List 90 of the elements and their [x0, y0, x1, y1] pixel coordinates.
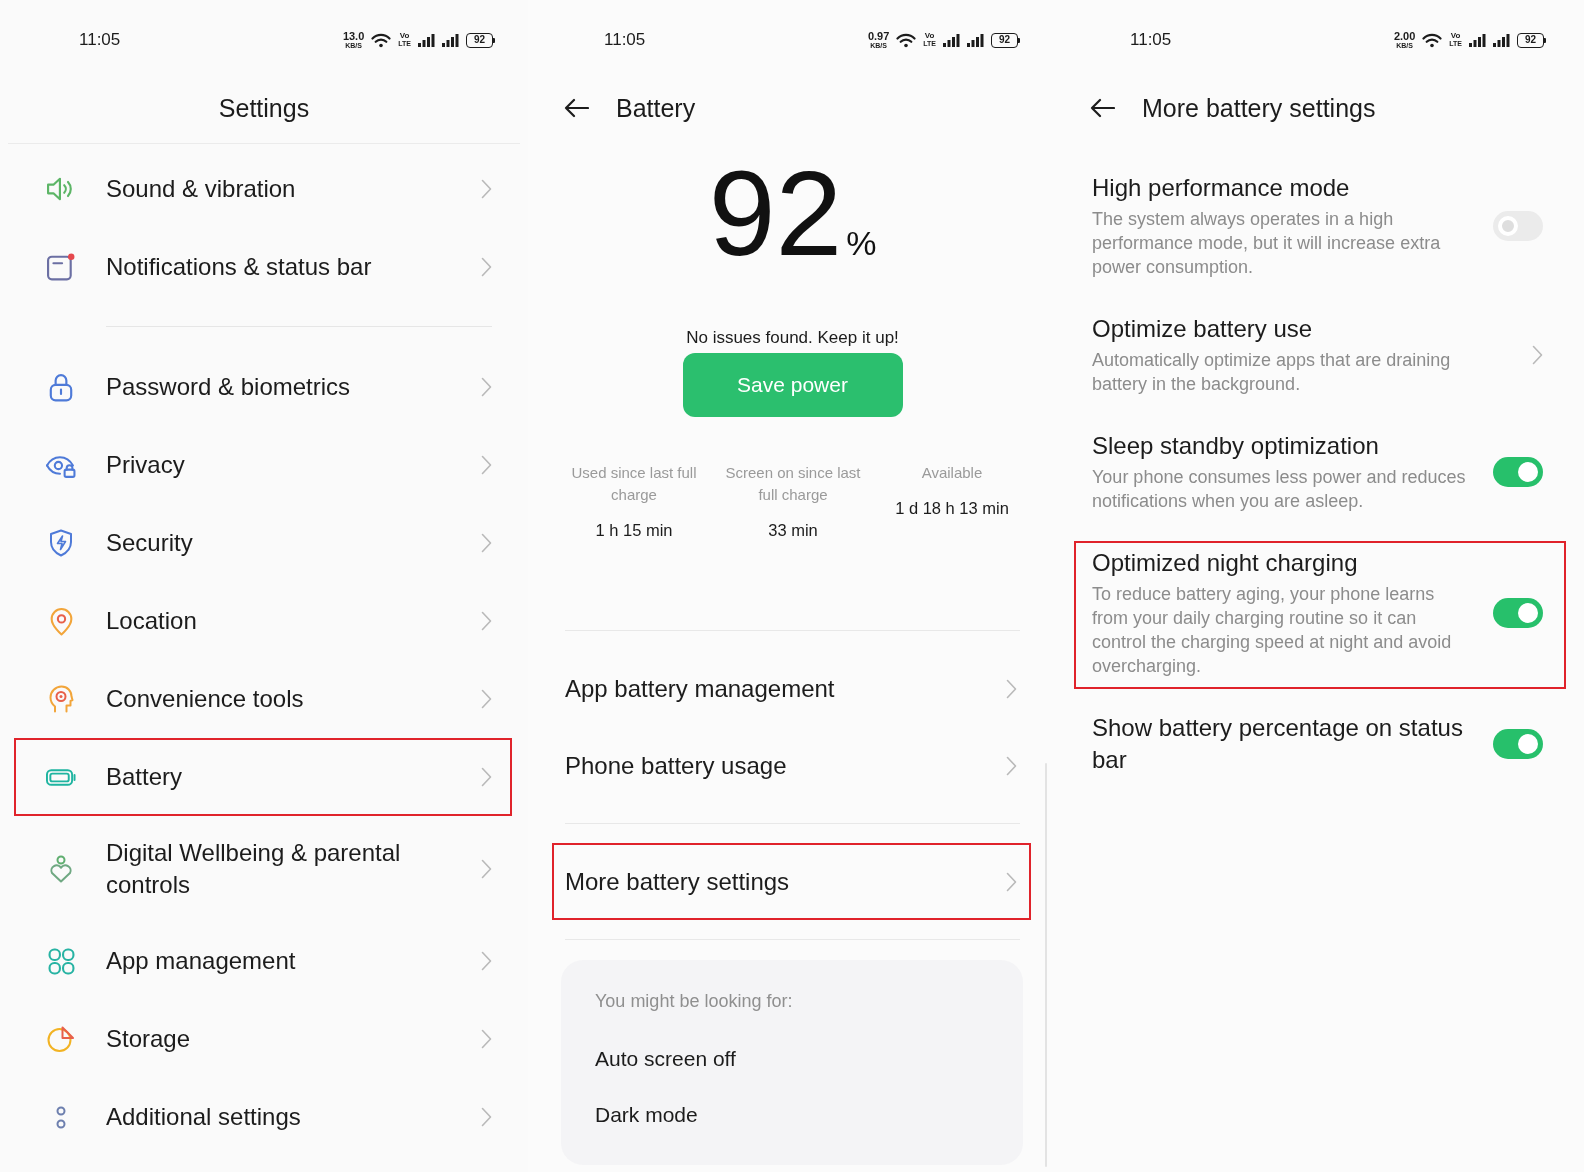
head-target-icon [48, 685, 74, 713]
location-pin-icon [49, 606, 73, 636]
chevron-right-icon [481, 767, 492, 787]
setting-description: Automatically optimize apps that are draining battery in the background. [1092, 349, 1452, 396]
chevron-right-icon [1005, 871, 1017, 892]
notification-square-icon [47, 253, 75, 281]
stat-value: 1 h 15 min [595, 520, 673, 541]
signal-bars-icon [418, 33, 435, 47]
battery-icon [46, 768, 76, 786]
signal-bars-icon [1493, 33, 1510, 47]
chevron-right-icon [1005, 678, 1017, 699]
back-arrow-icon[interactable] [1090, 98, 1115, 118]
wifi-icon [371, 32, 392, 48]
chevron-right-icon [481, 611, 492, 631]
settings-item[interactable]: Battery [14, 738, 512, 816]
menu-item[interactable]: More battery settings [551, 843, 1031, 920]
toggle-switch[interactable] [1493, 729, 1543, 759]
screen-title: Battery [616, 93, 696, 124]
signal-bars-icon [967, 33, 984, 47]
setting-title: Optimize battery use [1092, 314, 1313, 344]
menu-item[interactable]: Phone battery usage [551, 727, 1031, 804]
setting-description: To reduce battery aging, your phone learns from your daily charging routine so it can control the charging speed at night and avoid overcharging. [1092, 583, 1453, 678]
setting-title: Show battery percentage on status bar [1092, 713, 1464, 775]
settings-item[interactable]: Sound & vibration [14, 150, 512, 228]
wifi-icon [1422, 32, 1443, 48]
speaker-icon [47, 177, 75, 201]
network-speed: 2.00 [1393, 30, 1416, 42]
shield-bolt-icon [49, 529, 73, 557]
setting-title: Sleep standby optimization [1092, 431, 1379, 461]
back-arrow-icon[interactable] [564, 98, 589, 118]
pie-chart-icon [47, 1025, 75, 1053]
signal-bars-icon [442, 33, 459, 47]
battery-indicator: 92 [991, 32, 1020, 48]
toggle-switch[interactable] [1493, 210, 1543, 241]
status-message: No issues found. Keep it up! [685, 327, 900, 349]
percent-sign: % [846, 226, 877, 260]
two-dots-icon [56, 1105, 66, 1129]
wifi-icon [896, 32, 917, 48]
chevron-right-icon [481, 455, 492, 475]
settings-item[interactable]: App management [14, 922, 512, 1000]
chevron-right-icon [481, 257, 492, 277]
chevron-right-icon [481, 1029, 492, 1049]
settings-item[interactable]: Additional settings [14, 1078, 512, 1156]
chevron-right-icon [481, 689, 492, 709]
chevron-right-icon [481, 1107, 492, 1127]
chevron-right-icon [481, 179, 492, 199]
suggestions-heading: You might be looking for: [595, 990, 793, 1012]
suggestion-link[interactable]: Dark mode [595, 1101, 698, 1129]
status-time: 11:05 [604, 30, 646, 50]
stat-label: Available [921, 463, 983, 483]
stat-value: 33 min [768, 520, 818, 541]
four-squares-icon [47, 947, 75, 975]
setting-description: The system always operates in a high performance mode, but it will increase extra power consumption. [1092, 208, 1442, 279]
battery-percentage: 92 [708, 153, 843, 273]
settings-item[interactable]: Security [14, 504, 512, 582]
settings-item[interactable]: Storage [14, 1000, 512, 1078]
signal-bars-icon [943, 33, 960, 47]
toggle-switch[interactable] [1493, 456, 1543, 487]
network-speed: 0.97 [867, 30, 890, 42]
battery-indicator: 92 [466, 32, 495, 48]
setting-description: Your phone consumes less power and reduces notifications when you are asleep. [1092, 466, 1467, 513]
network-speed: 13.0 [342, 30, 365, 42]
setting-title: Optimized night charging [1092, 548, 1358, 578]
chevron-right-icon [481, 859, 492, 879]
menu-item[interactable]: App battery management [551, 650, 1031, 727]
signal-bars-icon [1469, 33, 1486, 47]
screen-title: Settings [218, 93, 310, 124]
suggestion-link[interactable]: Auto screen off [595, 1045, 736, 1073]
chevron-right-icon [1005, 755, 1017, 776]
screen-title: More battery settings [1142, 93, 1376, 124]
status-time: 11:05 [79, 30, 121, 50]
chevron-right-icon [481, 951, 492, 971]
settings-item[interactable]: Privacy [14, 426, 512, 504]
settings-item[interactable]: Digital Wellbeing & parental controls [14, 816, 512, 922]
toggle-switch[interactable] [1493, 597, 1543, 628]
stat-value: 1 d 18 h 13 min [895, 498, 1009, 519]
person-heart-icon [49, 855, 73, 883]
lock-icon [49, 372, 73, 402]
chevron-right-icon [481, 533, 492, 553]
settings-item[interactable]: Notifications & status bar [14, 228, 512, 306]
battery-indicator: 92 [1517, 32, 1546, 48]
stat-label: Screen on since last full charge [724, 463, 862, 505]
status-time: 11:05 [1130, 30, 1172, 50]
stat-label: Used since last full charge [570, 463, 698, 505]
settings-item[interactable]: Location [14, 582, 512, 660]
chevron-right-icon [1532, 344, 1543, 365]
chevron-right-icon [481, 377, 492, 397]
settings-item[interactable]: Password & biometrics [14, 348, 512, 426]
settings-item[interactable]: Convenience tools [14, 660, 512, 738]
setting-title: High performance mode [1092, 173, 1350, 203]
